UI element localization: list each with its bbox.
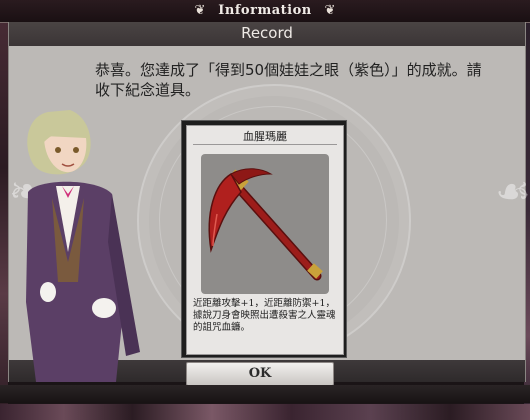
ok-button[interactable]: OK xyxy=(186,362,334,386)
information-banner: ❦ Information ❦ xyxy=(0,0,530,23)
footer-strip xyxy=(0,385,530,403)
background-scene-left xyxy=(0,0,8,420)
ornament-right-icon: ❦ xyxy=(324,3,336,18)
item-description: 近距離攻擊+1，近距離防禦+1，據說刀身會映照出遭殺害之人靈魂的詛咒血鐮。 xyxy=(193,298,336,333)
red-scythe-icon xyxy=(208,168,323,281)
banner-title: Information xyxy=(218,3,312,18)
window-title: Record xyxy=(241,24,293,42)
background-scene-bottom xyxy=(0,404,530,420)
item-card: 血腥瑪麗 近距離攻擊+1，近距離防禦+1，據說刀身會映照出遭殺害之人靈魂的詛咒血… xyxy=(181,120,347,358)
item-name: 血腥瑪麗 xyxy=(193,130,337,145)
item-artwork xyxy=(201,154,329,294)
character-portrait xyxy=(8,102,158,382)
item-card-face: 血腥瑪麗 近距離攻擊+1，近距離防禦+1，據說刀身會映照出遭殺害之人靈魂的詛咒血… xyxy=(186,125,344,355)
achievement-message: 恭喜。您達成了「得到50個娃娃之眼（紫色）」的成就。請收下紀念道具。 xyxy=(95,61,482,99)
game-screen: { "banner": { "title": "Information" }, … xyxy=(0,0,530,420)
window-header: Record xyxy=(9,22,525,46)
flourish-right-icon: ☙ xyxy=(495,169,530,215)
